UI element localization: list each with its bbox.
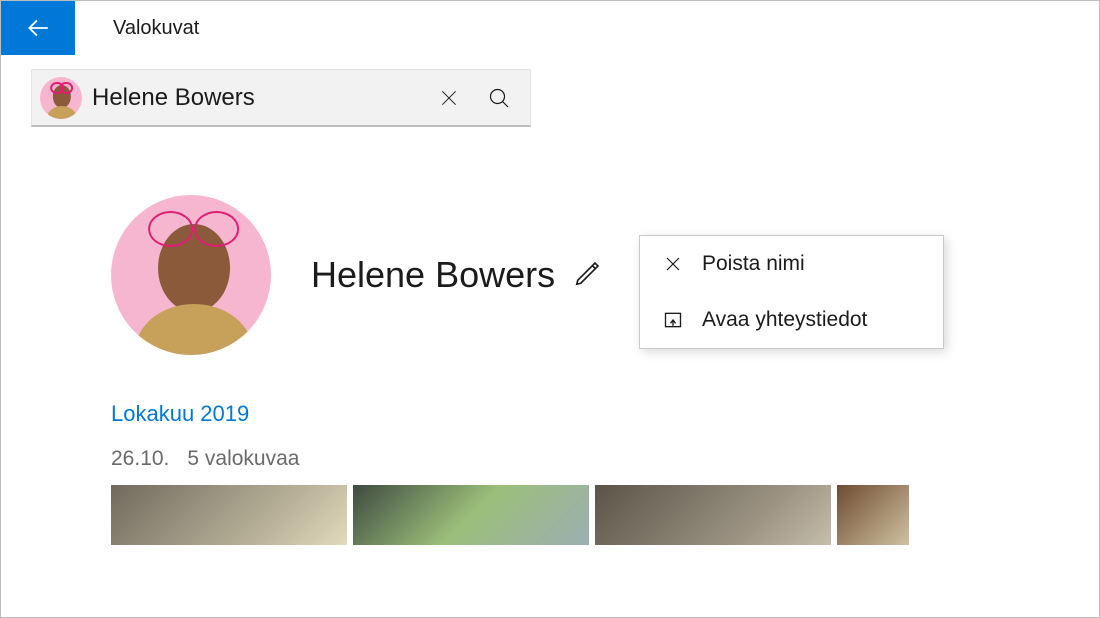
pencil-icon [573,258,603,288]
context-menu: Poista nimi Avaa yhteystiedot [639,235,944,349]
photo-thumbnail[interactable] [353,485,589,545]
menu-item-open-contact[interactable]: Avaa yhteystiedot [640,292,943,348]
edit-name-button[interactable] [573,258,603,293]
search-icon [487,86,511,110]
profile-name: Helene Bowers [311,254,555,296]
close-icon [439,88,459,108]
search-input[interactable]: Helene Bowers [92,84,424,112]
app-title: Valokuvat [113,17,199,40]
profile-avatar [111,195,271,355]
search-avatar-thumbnail [40,77,82,119]
photo-thumbnail[interactable] [595,485,831,545]
search-button[interactable] [474,75,524,121]
photo-thumbnail[interactable] [111,485,347,545]
photo-thumbnail[interactable] [837,485,909,545]
menu-item-label: Poista nimi [702,252,805,276]
menu-item-remove-name[interactable]: Poista nimi [640,236,943,292]
close-icon [658,255,688,273]
date-label: 26.10. [111,447,169,471]
month-heading-link[interactable]: Lokakuu 2019 [111,401,1099,427]
back-button[interactable] [1,1,75,55]
search-bar[interactable]: Helene Bowers [31,69,531,127]
menu-item-label: Avaa yhteystiedot [702,308,867,332]
photo-count-label: 5 valokuvaa [187,447,299,471]
open-external-icon [658,310,688,330]
clear-search-button[interactable] [424,75,474,121]
back-arrow-icon [25,15,51,41]
photo-thumbnails-row [111,485,1099,545]
